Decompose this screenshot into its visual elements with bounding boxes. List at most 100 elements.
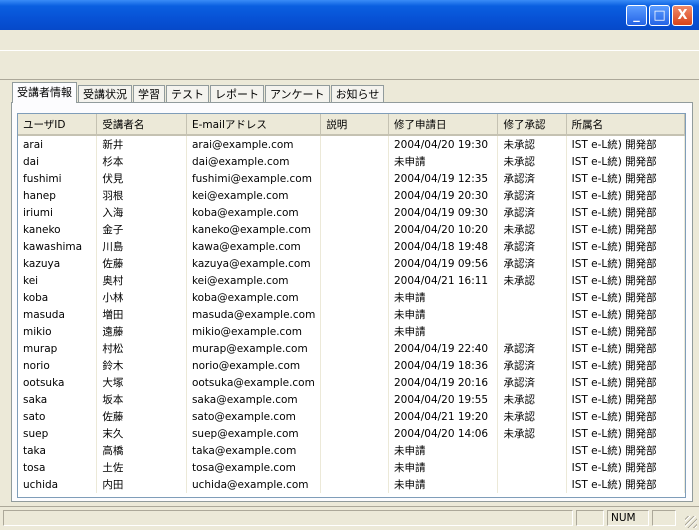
name-cell: 鈴木 [96,357,187,374]
approval-cell: 承認済 [497,204,567,221]
table-row[interactable]: koba 小林 koba@example.com 未申請 IST e-L統) 開発部 [18,289,685,306]
description-cell [320,272,389,289]
toolbar [0,50,699,80]
user-id-cell: uchida [18,476,98,493]
name-cell: 新井 [96,135,187,153]
close-button[interactable]: X [672,5,693,26]
completion-date-cell: 2004/04/18 19:48 [388,238,499,255]
completion-date-cell: 未申請 [388,476,499,493]
description-cell [320,306,389,323]
user-id-cell: fushimi [18,170,98,187]
table-row[interactable]: masuda 増田 masuda@example.com 未申請 IST e-L統) 開… [18,306,685,323]
tab-strip: 受講者情報 受講状況 学習 テスト レポート アンケート お知らせ [12,82,385,103]
table-row[interactable]: norio 鈴木 norio@example.com 2004/04/19 18:36… [18,357,685,374]
table-row[interactable]: dai 杉本 dai@example.com 未申請 未承認 IST e-L統) 開発部 [18,153,685,170]
name-cell: 佐藤 [96,408,187,425]
table-row[interactable]: kawashima 川島 kawa@example.com 2004/04/18 19… [18,238,685,255]
table-row[interactable]: fushimi 伏見 fushimi@example.com 2004/04/19 1… [18,170,685,187]
user-id-cell: norio [18,357,98,374]
column-header-description[interactable]: 説明 [320,114,389,136]
table-row[interactable]: ootsuka 大塚 ootsuka@example.com 2004/04/19 2… [18,374,685,391]
minimize-button[interactable]: _ [626,5,647,26]
table-row[interactable]: arai 新井 arai@example.com 2004/04/20 19:30 未承… [18,135,685,153]
user-id-cell: arai [18,135,98,153]
column-header-approval[interactable]: 修了承認 [497,114,567,136]
completion-date-cell: 2004/04/20 10:20 [388,221,499,238]
completion-date-cell: 2004/04/21 16:11 [388,272,499,289]
column-header-completion-date[interactable]: 修了申請日 [388,114,499,136]
approval-cell: 承認済 [497,340,567,357]
status-pane-scroll [652,510,676,526]
department-cell: IST e-L統) 開発部 [566,357,685,374]
table-row[interactable]: kei 奥村 kei@example.com 2004/04/21 16:11 未承認 I… [18,272,685,289]
table-row[interactable]: mikio 遠藤 mikio@example.com 未申請 IST e-L統) 開発部 [18,323,685,340]
department-cell: IST e-L統) 開発部 [566,135,685,153]
table-row[interactable]: saka 坂本 saka@example.com 2004/04/20 19:55 未承… [18,391,685,408]
tab-test[interactable]: テスト [166,85,209,103]
email-cell: kaneko@example.com [186,221,322,238]
table-row[interactable]: kazuya 佐藤 kazuya@example.com 2004/04/19 09:… [18,255,685,272]
description-cell [320,408,389,425]
completion-date-cell: 2004/04/20 19:30 [388,135,499,153]
completion-date-cell: 2004/04/19 09:30 [388,204,499,221]
description-cell [320,153,389,170]
department-cell: IST e-L統) 開発部 [566,340,685,357]
description-cell [320,255,389,272]
resize-grip[interactable] [685,516,697,528]
completion-date-cell: 2004/04/21 19:20 [388,408,499,425]
user-id-cell: taka [18,442,98,459]
student-table: ユーザID 受講者名 E-mailアドレス 説明 修了申請日 修了承認 所属名 … [17,113,686,498]
completion-date-cell: 未申請 [388,459,499,476]
department-cell: IST e-L統) 開発部 [566,476,685,493]
column-header-user-id[interactable]: ユーザID [18,114,98,136]
menu-bar [0,30,699,50]
department-cell: IST e-L統) 開発部 [566,255,685,272]
tab-notice[interactable]: お知らせ [330,85,385,103]
email-cell: tosa@example.com [186,459,322,476]
table-row[interactable]: uchida 内田 uchida@example.com 未申請 IST e-L統) 開… [18,476,685,493]
name-cell: 遠藤 [96,323,187,340]
department-cell: IST e-L統) 開発部 [566,272,685,289]
completion-date-cell: 未申請 [388,442,499,459]
table-row[interactable]: tosa 土佐 tosa@example.com 未申請 IST e-L統) 開発部 [18,459,685,476]
table-row[interactable]: iriumi 入海 koba@example.com 2004/04/19 09:30… [18,204,685,221]
name-cell: 入海 [96,204,187,221]
approval-cell [497,306,567,323]
approval-cell: 承認済 [497,187,567,204]
approval-cell: 未承認 [497,153,567,170]
table-row[interactable]: taka 高橋 taka@example.com 未申請 IST e-L統) 開発部 [18,442,685,459]
column-header-email[interactable]: E-mailアドレス [186,114,322,136]
description-cell [320,340,389,357]
approval-cell: 未承認 [497,425,567,442]
tab-student-info[interactable]: 受講者情報 [12,82,77,103]
approval-cell [497,476,567,493]
table-row[interactable]: murap 村松 murap@example.com 2004/04/19 22:40… [18,340,685,357]
description-cell [320,204,389,221]
table-row[interactable]: suep 末久 suep@example.com 2004/04/20 14:06 未承… [18,425,685,442]
name-cell: 増田 [96,306,187,323]
approval-cell: 未承認 [497,408,567,425]
tab-report[interactable]: レポート [210,85,264,103]
table-row[interactable]: sato 佐藤 sato@example.com 2004/04/21 19:20 未承… [18,408,685,425]
column-header-name[interactable]: 受講者名 [96,114,187,136]
approval-cell: 承認済 [497,170,567,187]
name-cell: 村松 [96,340,187,357]
tab-survey[interactable]: アンケート [265,85,330,103]
table-row[interactable]: kaneko 金子 kaneko@example.com 2004/04/20 10:… [18,221,685,238]
maximize-button[interactable]: □ [649,5,670,26]
description-cell [320,170,389,187]
title-bar: _ □ X [0,0,699,30]
email-cell: kazuya@example.com [186,255,322,272]
department-cell: IST e-L統) 開発部 [566,323,685,340]
user-id-cell: dai [18,153,98,170]
email-cell: suep@example.com [186,425,322,442]
department-cell: IST e-L統) 開発部 [566,153,685,170]
tab-learning[interactable]: 学習 [133,85,165,103]
user-id-cell: murap [18,340,98,357]
column-header-department[interactable]: 所属名 [566,114,685,136]
table-row[interactable]: hanep 羽根 kei@example.com 2004/04/19 20:30 承認… [18,187,685,204]
description-cell [320,357,389,374]
email-cell: murap@example.com [186,340,322,357]
tab-attendance-status[interactable]: 受講状況 [78,85,132,103]
user-id-cell: kazuya [18,255,98,272]
